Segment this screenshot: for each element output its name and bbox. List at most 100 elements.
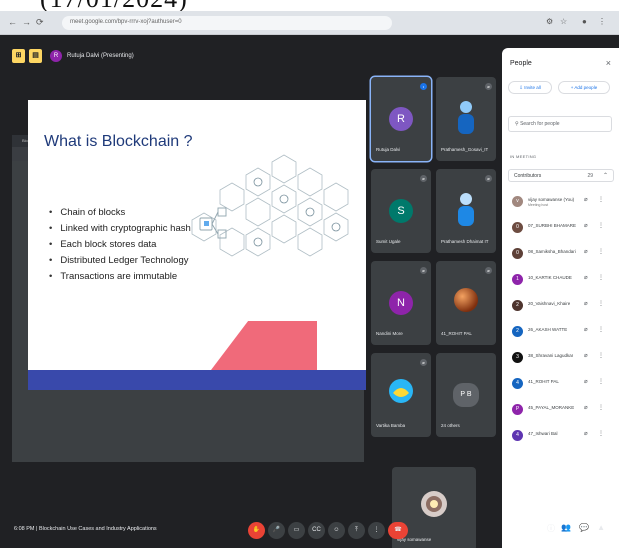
participant-name: 07_SURBHI BHAMARE <box>528 223 577 228</box>
participant-row[interactable]: v vijay somawanse (You) Meeting host ⌀ ⋮ <box>512 193 612 213</box>
slide-pink-shape <box>211 321 317 370</box>
participant-row[interactable]: 2 26_AKASH WATTE ⌀ ⋮ <box>512 323 612 343</box>
mic-off-icon[interactable]: ⌀ <box>584 378 588 385</box>
participant-row[interactable]: 2 20_Vaishnavi_Khaire ⌀ ⋮ <box>512 297 612 317</box>
slide-blue-band <box>28 370 366 390</box>
mic-off-icon: ⌀ <box>420 175 427 182</box>
mic-off-icon[interactable]: ⌀ <box>584 196 588 203</box>
mic-off-icon: ⌀ <box>485 267 492 274</box>
chevron-up-icon: ⌃ <box>602 173 608 179</box>
participant-name: Nandini More <box>376 331 403 336</box>
menu-icon[interactable]: ⋮ <box>598 17 606 26</box>
layout-icon[interactable]: ▤ <box>29 49 42 63</box>
pin-icon[interactable]: ⊞ <box>12 49 25 63</box>
participant-row[interactable]: 1 10_KARTIK CHAUDE ⌀ ⋮ <box>512 271 612 291</box>
others-avatars: P B <box>453 383 479 407</box>
participant-avatar: 2 <box>512 326 523 337</box>
participant-avatar: R <box>389 107 413 131</box>
participant-row[interactable]: 4 41_ROHIT PAL ⌀ ⋮ <box>512 375 612 395</box>
more-options-icon[interactable]: ⋮ <box>598 352 604 359</box>
mic-button[interactable]: 🎤 <box>268 522 285 539</box>
participant-tile[interactable]: 41_ROHIT PAL ⌀ <box>436 261 496 345</box>
more-options-icon[interactable]: ⋮ <box>598 378 604 385</box>
participant-avatar: 3 <box>512 352 523 363</box>
more-options-button[interactable]: ⋮ <box>368 522 385 539</box>
mic-off-icon[interactable]: ⌀ <box>584 300 588 307</box>
presentation-slide: What is Blockchain ? Chain of blocks Lin… <box>28 100 366 390</box>
more-options-icon[interactable]: ⋮ <box>598 196 604 203</box>
mic-off-icon[interactable]: ⌀ <box>584 326 588 333</box>
participant-avatar: 1 <box>512 274 523 285</box>
slide-bullet: Chain of blocks <box>49 205 191 221</box>
slide-bullet: Linked with cryptographic hash <box>49 221 190 237</box>
more-options-icon[interactable]: ⋮ <box>598 300 604 307</box>
mic-off-icon[interactable]: ⌀ <box>584 274 588 281</box>
leave-call-button[interactable]: ☎ <box>388 522 408 539</box>
participant-name: 45_PAYAL_MORANKE <box>528 405 575 410</box>
people-panel: People × ⇩ Invite all + Add people ⚲ Sea… <box>502 48 619 548</box>
info-icon[interactable]: ⓘ <box>547 523 555 534</box>
participant-name: 26_AKASH WATTE <box>528 327 568 332</box>
bookmark-icon[interactable]: ☆ <box>560 17 567 26</box>
invite-label: Invite all <box>524 85 541 90</box>
contributors-count: 29 <box>587 173 593 179</box>
more-options-icon[interactable]: ⋮ <box>598 222 604 229</box>
mic-off-icon[interactable]: ⌀ <box>584 222 588 229</box>
more-options-icon[interactable]: ⋮ <box>598 326 604 333</box>
participant-tile[interactable]: S Sumit Ugale ⌀ <box>371 169 431 253</box>
participant-row[interactable]: 3 38_Shravani Lagudkar ⌀ ⋮ <box>512 349 612 369</box>
meeting-title: Blockchain Use Cases and Industry Applic… <box>38 526 157 532</box>
search-people-input[interactable]: ⚲ Search for people <box>508 116 612 132</box>
captions-button[interactable]: CC <box>308 522 325 539</box>
participant-row[interactable]: 0 07_SURBHI BHAMARE ⌀ ⋮ <box>512 219 612 239</box>
extension-icon[interactable]: ⚙ <box>546 17 553 26</box>
mic-off-icon: ⌀ <box>420 359 427 366</box>
participant-name: Prathamesh Dhaimat IT <box>441 239 489 244</box>
mic-off-icon[interactable]: ⌀ <box>584 430 588 437</box>
people-icon[interactable]: 👥 <box>561 523 571 532</box>
participant-row[interactable]: 4 47_Ishwari Bal ⌀ ⋮ <box>512 427 612 447</box>
meet-bottom-bar: 6:08 PM | Blockchain Use Cases and Indus… <box>0 510 619 548</box>
more-options-icon[interactable]: ⋮ <box>598 274 604 281</box>
chat-icon[interactable]: 💬 <box>579 523 589 532</box>
participant-tile[interactable]: Vartika Bamba ⌀ <box>371 353 431 437</box>
more-options-icon[interactable]: ⋮ <box>598 248 604 255</box>
mic-off-icon[interactable]: ⌀ <box>584 404 588 411</box>
profile-icon[interactable]: ● <box>582 17 587 26</box>
close-icon[interactable]: × <box>606 58 611 68</box>
participant-row[interactable]: P 45_PAYAL_MORANKE ⌀ ⋮ <box>512 401 612 421</box>
participant-avatar: 4 <box>512 430 523 441</box>
url-bar[interactable]: meet.google.com/bpv-rrrv-xoj?authuser=0 <box>62 16 392 30</box>
mic-off-icon[interactable]: ⌀ <box>584 352 588 359</box>
participant-name: Vartika Bamba <box>376 423 406 428</box>
participant-tile[interactable]: R Rutuja Dalvi • <box>371 77 431 161</box>
activities-icon[interactable]: ▲ <box>597 523 605 532</box>
add-people-button[interactable]: + Add people <box>558 81 610 94</box>
back-icon[interactable]: ← <box>8 17 17 27</box>
present-button[interactable]: ⤒ <box>348 522 365 539</box>
presenter-name: Rutuja Dalvi (Presenting) <box>67 53 134 59</box>
contributors-group[interactable]: Contributors 29 ⌃ <box>508 169 614 182</box>
slide-title: What is Blockchain ? <box>44 133 193 150</box>
reload-icon[interactable]: ⟳ <box>36 17 44 28</box>
participant-role: Meeting host <box>528 203 549 207</box>
participant-tile[interactable]: Prathamesh_Gosavi_IT ⌀ <box>436 77 496 161</box>
forward-icon[interactable]: → <box>22 17 31 27</box>
participant-tile-others[interactable]: P B 24 others <box>436 353 496 437</box>
camera-button[interactable]: ▭ <box>288 522 305 539</box>
participant-name: Sumit Ugale <box>376 239 401 244</box>
participant-tile[interactable]: Prathamesh Dhaimat IT ⌀ <box>436 169 496 253</box>
participant-name: 08_Samiksha_Bhandari <box>528 249 576 254</box>
emoji-button[interactable]: ☺ <box>328 522 345 539</box>
raise-hand-button[interactable]: ✋ <box>248 522 265 539</box>
invite-all-button[interactable]: ⇩ Invite all <box>508 81 552 94</box>
more-options-icon[interactable]: ⋮ <box>598 430 604 437</box>
participant-name: vijay somawanse (You) <box>528 197 575 202</box>
mic-off-icon[interactable]: ⌀ <box>584 248 588 255</box>
more-options-icon[interactable]: ⋮ <box>598 404 604 411</box>
meet-topbar: ⊞ ▤ R Rutuja Dalvi (Presenting) <box>0 35 500 79</box>
participant-tile[interactable]: N Nandini More ⌀ <box>371 261 431 345</box>
participant-photo <box>389 379 413 403</box>
participant-row[interactable]: 0 08_Samiksha_Bhandari ⌀ ⋮ <box>512 245 612 265</box>
participant-name: Prathamesh_Gosavi_IT <box>441 147 489 152</box>
